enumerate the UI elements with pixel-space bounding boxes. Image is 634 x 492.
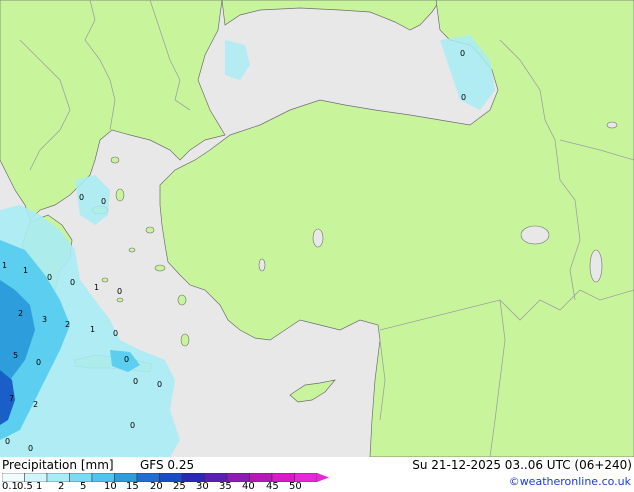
value-label: 0: [113, 329, 118, 338]
model-label: GFS 0.25: [140, 458, 195, 472]
color-scale-tick: 30: [196, 481, 209, 492]
color-scale-tick: 35: [219, 481, 232, 492]
legend-bar: Precipitation [mm] GFS 0.25 Su 21-12-202…: [0, 457, 634, 492]
value-label: 0: [70, 278, 75, 287]
value-label: 1: [2, 261, 7, 270]
color-scale-tick: 2: [58, 481, 65, 492]
value-label: 2: [33, 400, 38, 409]
color-scale-tick: 10: [104, 481, 117, 492]
value-label: 0: [133, 377, 138, 386]
color-scale-arrow: [317, 473, 329, 482]
value-label: 1: [94, 283, 99, 292]
credit-link[interactable]: ©weatheronline.co.uk: [509, 475, 631, 488]
lake-tuz: [312, 228, 324, 248]
color-scale-tick: 45: [266, 481, 279, 492]
value-label: 0: [5, 437, 10, 446]
value-label: 0: [130, 421, 135, 430]
color-scale: [2, 473, 329, 482]
value-label: 0: [124, 355, 129, 364]
color-scale-tick: 15: [126, 481, 139, 492]
color-scale-tick: 0.5: [17, 481, 33, 492]
value-label: 0: [36, 358, 41, 367]
value-label: 0: [460, 49, 465, 58]
color-scale-tick: 1: [36, 481, 43, 492]
value-label: 7: [9, 394, 14, 403]
color-scale-tick: 0.1: [2, 481, 18, 492]
value-label: 2: [65, 320, 70, 329]
lake-egirdir: [258, 258, 266, 272]
color-scale-tick: 20: [150, 481, 163, 492]
color-scale-tick: 50: [289, 481, 302, 492]
color-scale-tick: 40: [242, 481, 255, 492]
value-label: 3: [42, 315, 47, 324]
lake-sevan: [606, 121, 618, 129]
value-label: 0: [157, 380, 162, 389]
value-label: 1: [90, 325, 95, 334]
precipitation-map: 0 0 0 0 0 1 1 0 0 1 0 2 3 2 1 0 5 0 7 2 …: [0, 0, 634, 457]
value-label: 0: [28, 444, 33, 453]
lake-van: [520, 225, 550, 245]
datetime-label: Su 21-12-2025 03..06 UTC (06+240): [412, 458, 632, 472]
value-label: 1: [23, 266, 28, 275]
legend-title: Precipitation [mm]: [2, 458, 114, 472]
value-label: 0: [461, 93, 466, 102]
value-label: 2: [18, 309, 23, 318]
color-scale-tick: 25: [173, 481, 186, 492]
lake-urmia: [589, 249, 603, 283]
value-label: 5: [13, 351, 18, 360]
value-label: 0: [47, 273, 52, 282]
value-label: 0: [117, 287, 122, 296]
value-label: 0: [79, 193, 84, 202]
value-label: 0: [101, 197, 106, 206]
color-scale-tick: 5: [80, 481, 87, 492]
